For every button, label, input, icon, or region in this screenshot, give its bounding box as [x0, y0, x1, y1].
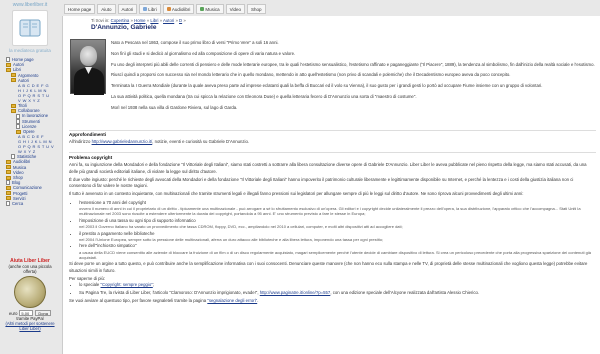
tree-item-cerca[interactable]: Cerca: [4, 201, 60, 207]
author-bio: Nato a Pescara nel 1863, compose il suo …: [111, 39, 596, 114]
folder-icon: [11, 73, 16, 78]
more-info-list: lo speciale "Copyright: sempre peggio"; …: [69, 282, 596, 296]
page-icon: [6, 57, 10, 63]
list-item: Su Pagina Tre, la rivista di Liber Liber…: [79, 290, 596, 296]
top-nav: Home page Aiuto Autori Libri Audiolibri …: [64, 4, 266, 14]
copyright-section: Problema copyright Anni fa, su ingiunzio…: [69, 155, 596, 305]
copyright-paragraph: Anni fa, su ingiunzione della Mondadori …: [69, 162, 587, 174]
folder-icon: [6, 160, 11, 165]
page-icon: [16, 123, 20, 129]
breadcrumb-item[interactable]: Libri: [150, 18, 158, 23]
external-site-link[interactable]: http://www.gabrieledannunzio.it/: [92, 139, 153, 144]
bio-paragraph: Morì nel 1938 nella sua villa di Gardone…: [111, 104, 238, 110]
bio-paragraph: Non finì gli studi e si dedicò al giorna…: [111, 50, 296, 56]
folder-icon: [6, 175, 11, 180]
folder-icon: [6, 191, 11, 196]
logo-image[interactable]: [12, 10, 48, 46]
logo-tagline: la mediateca gratuita: [9, 48, 51, 53]
music-icon: [200, 7, 205, 11]
list-item: l'imposizione di una tassa su ogni tipo …: [79, 218, 596, 229]
logo[interactable]: www.liberliber.it la mediateca gratuita: [6, 2, 54, 53]
folder-icon: [11, 103, 16, 108]
approfondimenti-section: Approfondimenti All'indirizzo http://www…: [69, 132, 596, 146]
tab-autori[interactable]: Autori: [117, 4, 138, 14]
other-methods-link[interactable]: (Altri metodi per sostenere Liber Liber): [3, 321, 57, 331]
euro-coin-icon: [14, 276, 46, 308]
breadcrumb-item[interactable]: Home: [134, 18, 145, 23]
breadcrumb-item[interactable]: D: [179, 18, 182, 23]
folder-open-icon: [16, 129, 21, 134]
page-title: D'Annunzio, Gabriele: [91, 24, 157, 31]
bio-paragraph: Riuscì quindi a proporsi con successo si…: [111, 72, 511, 78]
page-icon: [6, 201, 10, 207]
folder-icon: [6, 165, 11, 170]
author-portrait: [70, 39, 106, 95]
folder-open-icon: [11, 78, 16, 83]
headphones-icon: [166, 7, 171, 11]
divider: [69, 152, 596, 153]
copyright-heading: Problema copyright: [69, 155, 113, 160]
folder-icon: [6, 62, 11, 67]
donate-currency-label: euro: [9, 310, 18, 316]
list-item: lo speciale "Copyright: sempre peggio";: [79, 282, 596, 288]
folder-open-icon: [11, 108, 16, 113]
logo-book-icon: [19, 19, 41, 37]
tab-aiuto[interactable]: Aiuto: [97, 4, 116, 14]
list-item: l'estensione a 70 anni del copyrightovve…: [79, 200, 596, 216]
approfondimenti-heading: Approfondimenti: [69, 132, 106, 137]
outro-text: Se vuoi avviare al questuso tipo, per fa…: [69, 298, 259, 304]
logo-url[interactable]: www.liberliber.it: [6, 2, 54, 8]
folder-icon: [6, 170, 11, 175]
folder-open-icon: [6, 68, 11, 72]
tab-home[interactable]: Home page: [64, 4, 96, 14]
tab-video[interactable]: Video: [225, 4, 246, 14]
breadcrumb-item[interactable]: Autori: [163, 18, 174, 23]
main-content: Ti trovi in: Copertina » Home » Libri » …: [62, 16, 600, 354]
bio-paragraph: Terminata la I Guerra Mondiale (durante …: [111, 83, 543, 89]
books-icon: [143, 7, 148, 11]
copyright-paragraph: Il tutto è avvenuto in un contesto inqui…: [69, 191, 524, 197]
bio-paragraph: Fu uno degli interpreti più abili delle …: [111, 61, 595, 67]
divider: [69, 130, 596, 131]
list-item: il prestito a pagamento nelle bibliotech…: [79, 231, 596, 242]
error-report-link[interactable]: "segnalazione degli errori": [207, 298, 257, 303]
sidebar: www.liberliber.it la mediateca gratuita …: [0, 0, 60, 354]
donate-subtitle: (anche con una piccola offerta): [8, 264, 52, 274]
tab-musica[interactable]: Musica: [196, 4, 224, 14]
copyright-list: l'estensione a 70 anni del copyrightovve…: [69, 200, 596, 260]
page-icon: [6, 180, 10, 186]
bio-paragraph: Nato a Pescara nel 1863, compose il suo …: [111, 40, 279, 45]
tab-libri[interactable]: Libri: [139, 4, 161, 14]
breadcrumb: Ti trovi in: Copertina » Home » Libri » …: [91, 18, 186, 23]
tab-shop[interactable]: Shop: [247, 4, 266, 14]
folder-icon: [6, 196, 11, 201]
copyright-paragraph: Si deve porre un argine a tutto questo, …: [69, 261, 588, 273]
tab-audiolibri[interactable]: Audiolibri: [162, 4, 195, 14]
folder-icon: [6, 186, 11, 191]
paginatre-link[interactable]: http://www.paginatre.it/online/?p=557: [260, 290, 331, 295]
speciale-link[interactable]: "Copyright: sempre peggio": [101, 282, 153, 287]
nav-tree: Home page Autori Libri Argomento Autori …: [4, 57, 60, 207]
breadcrumb-item[interactable]: Copertina: [111, 18, 130, 23]
bio-paragraph: La sua attività politica, quella mondana…: [111, 93, 417, 99]
donate-box: Aiuta Liber Liber (anche con una piccola…: [3, 259, 57, 332]
copyright-paragraph: È due volte ingiusto: perché le richiest…: [69, 176, 574, 189]
list-item: l'ere dell'"inchiostro simpatico"a causa…: [79, 243, 596, 259]
